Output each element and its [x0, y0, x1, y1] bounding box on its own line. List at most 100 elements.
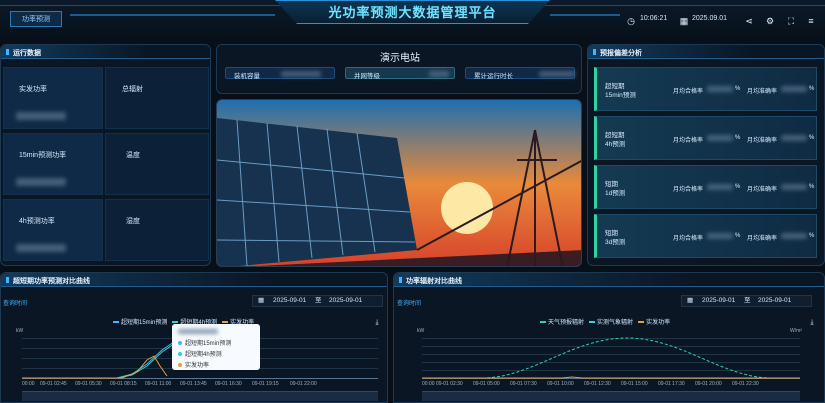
forecast-card-1d: 短期 1d预测 月均合格率 % 月均准确率 % — [594, 165, 817, 209]
forecast-card-name: 短期 1d预测 — [605, 181, 626, 197]
metric-label: 实发功率 — [19, 86, 47, 93]
chart1-tooltip: 超短期15min预测 超短期4h预测 实发功率 — [172, 324, 260, 370]
date-from[interactable]: 2025-09-01 — [702, 296, 735, 306]
settings-icon[interactable]: ⚙ — [765, 16, 775, 26]
metric-15min-forecast: 15min预测功率 — [3, 133, 103, 195]
menu-tag-power-forecast[interactable]: 功率预测 — [10, 11, 62, 27]
run-data-header: 运行数据 — [1, 45, 210, 59]
chart2-title: 功率辐射对比曲线 — [406, 278, 462, 285]
chart1-yunit: kW — [16, 328, 24, 334]
qual-value — [707, 233, 733, 239]
acc-label: 月均准确率 — [747, 236, 778, 242]
acc-value — [781, 233, 807, 239]
qual-unit: % — [735, 233, 741, 239]
date-to[interactable]: 2025-09-01 — [329, 296, 362, 306]
qual-label: 月均合格率 — [673, 138, 704, 144]
chart2-date-range[interactable]: ▦ 2025-09-01 至 2025-09-01 — [681, 295, 812, 307]
metric-label: 4h预测功率 — [19, 218, 55, 225]
date-from[interactable]: 2025-09-01 — [273, 296, 306, 306]
chart2-legend: 天气预报辐射 实测气象辐射 实发功率 — [540, 317, 670, 326]
qual-unit: % — [735, 184, 741, 190]
qual-unit: % — [735, 135, 741, 141]
qual-value — [707, 86, 733, 92]
chart1-query-label: 查询时间 — [3, 301, 28, 307]
station-panel: 演示电站 装机容量 并网等级 累计运行时长 — [216, 44, 582, 94]
legend-item[interactable]: 天气预报辐射 — [540, 320, 584, 326]
stat-label: 并网等级 — [354, 73, 380, 80]
forecast-header: 预报偏差分析 — [588, 45, 824, 59]
metric-label: 15min预测功率 — [19, 152, 67, 159]
legend-item[interactable]: 实发功率 — [638, 320, 670, 326]
qual-label: 月均合格率 — [673, 187, 704, 193]
acc-unit: % — [809, 135, 815, 141]
qual-label: 月均合格率 — [673, 236, 704, 242]
chart2-plot — [422, 337, 800, 379]
acc-label: 月均准确率 — [747, 89, 778, 95]
chart1-date-range[interactable]: ▦ 2025-09-01 至 2025-09-01 — [252, 295, 383, 307]
metric-temperature: 温度 — [105, 133, 209, 195]
forecast-card-4h: 超短期 4h预测 月均合格率 % 月均准确率 % — [594, 116, 817, 160]
metric-label: 总辐射 — [122, 86, 143, 93]
metric-value — [16, 178, 66, 186]
qual-unit: % — [735, 86, 741, 92]
acc-label: 月均准确率 — [747, 138, 778, 144]
current-date: 2025.09.01 — [692, 15, 728, 22]
station-image — [216, 99, 582, 267]
page-title: 光功率预测大数据管理平台 — [328, 5, 497, 20]
chart1-title: 超短期功率预测对比曲线 — [13, 278, 90, 285]
qual-value — [707, 135, 733, 141]
date-sep: 至 — [744, 297, 751, 304]
qual-label: 月均合格率 — [673, 89, 704, 95]
acc-unit: % — [809, 233, 815, 239]
fullscreen-icon[interactable]: ⛶ — [786, 16, 796, 26]
metric-value — [16, 244, 66, 252]
metric-label: 湿度 — [126, 218, 140, 225]
date-sep: 至 — [315, 297, 322, 304]
acc-unit: % — [809, 184, 815, 190]
acc-value — [781, 86, 807, 92]
chart2-query-label: 查询时间 — [397, 301, 422, 307]
calendar-icon: ▦ — [687, 297, 694, 304]
top-header: 功率预测 光功率预测大数据管理平台 ◷ 10:06:21 ▦ 2025.09.0… — [0, 0, 825, 40]
chart1-zoom-scrollbar[interactable] — [22, 391, 378, 401]
stat-label: 累计运行时长 — [474, 73, 513, 80]
stat-value — [281, 71, 321, 77]
download-icon[interactable]: ⤓ — [372, 318, 382, 328]
forecast-card-name: 短期 3d预测 — [605, 230, 626, 246]
chart2-xticks: 00:00 09-01 02:30 09-01 05:00 09-01 07:3… — [422, 381, 759, 387]
current-time: 10:06:21 — [640, 15, 668, 22]
download-icon[interactable]: ⤓ — [807, 318, 817, 328]
header-line-right — [550, 14, 620, 16]
chart2-header: 功率辐射对比曲线 — [394, 273, 824, 287]
stat-label: 装机容量 — [234, 73, 260, 80]
run-data-panel: 运行数据 实发功率 总辐射 15min预测功率 温度 4h预测功率 湿度 — [0, 44, 211, 266]
header-line-left — [70, 14, 275, 16]
metric-label: 温度 — [126, 152, 140, 159]
chart2-zoom-scrollbar[interactable] — [422, 391, 800, 401]
forecast-card-3d: 短期 3d预测 月均合格率 % 月均准确率 % — [594, 214, 817, 258]
chart1-header: 超短期功率预测对比曲线 — [1, 273, 387, 287]
menu-icon[interactable]: ≡ — [806, 16, 816, 26]
forecast-title: 预报偏差分析 — [600, 50, 642, 57]
forecast-card-15min: 超短期 15min预测 月均合格率 % 月均准确率 % — [594, 67, 817, 111]
stat-value — [429, 71, 449, 77]
run-data-title: 运行数据 — [13, 50, 41, 57]
acc-label: 月均准确率 — [747, 187, 778, 193]
metric-humidity: 湿度 — [105, 199, 209, 261]
metric-value — [16, 112, 66, 120]
chart1-xticks: 00:00 09-01 02:45 09-01 05:30 09-01 08:1… — [22, 381, 317, 387]
stat-value — [539, 71, 575, 77]
forecast-card-name: 超短期 15min预测 — [605, 83, 636, 99]
share-icon[interactable]: ⋖ — [744, 16, 754, 26]
legend-item[interactable]: 超短期15min预测 — [113, 320, 167, 326]
clock-icon: ◷ — [627, 16, 635, 26]
tooltip-time — [178, 329, 218, 334]
metric-4h-forecast: 4h预测功率 — [3, 199, 103, 261]
metric-actual-power: 实发功率 — [3, 67, 103, 129]
forecast-card-name: 超短期 4h预测 — [605, 132, 626, 148]
date-to[interactable]: 2025-09-01 — [758, 296, 791, 306]
legend-item[interactable]: 实测气象辐射 — [589, 320, 633, 326]
station-title: 演示电站 — [380, 53, 420, 64]
calendar-icon: ▦ — [679, 16, 689, 26]
metric-total-radiation: 总辐射 — [105, 67, 209, 129]
